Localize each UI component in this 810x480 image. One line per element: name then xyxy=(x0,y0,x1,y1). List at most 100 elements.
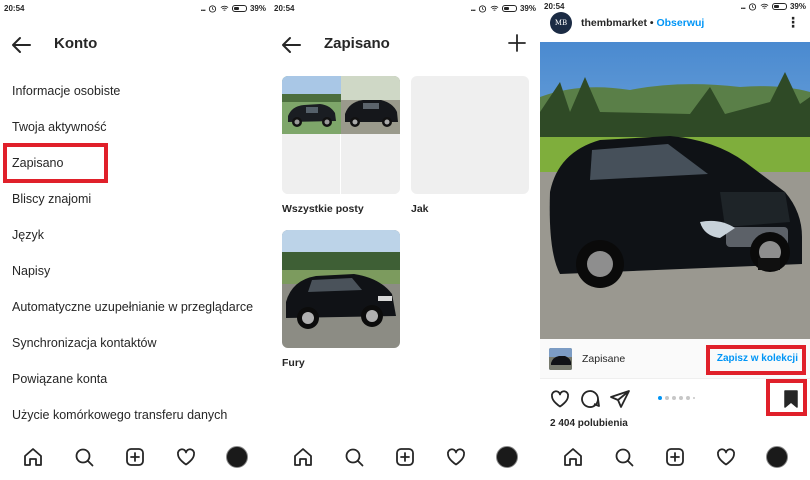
highlight-box-save-collection xyxy=(706,345,806,375)
share-icon[interactable] xyxy=(609,388,631,410)
account-menu: Informacje osobiste Twoja aktywność Zapi… xyxy=(0,73,270,433)
post-header: MB thembmarket • Obserwuj ⋮ xyxy=(548,12,810,36)
highlight-box-saved xyxy=(3,143,108,183)
status-bar: 20:54 ... 39% xyxy=(270,0,540,18)
menu-item-language[interactable]: Język xyxy=(0,217,270,253)
status-bar: 20:54 ... 39% xyxy=(0,0,270,18)
car-photo-image xyxy=(282,230,400,348)
search-icon[interactable] xyxy=(343,446,365,468)
home-icon[interactable] xyxy=(562,446,584,468)
menu-item-contacts-sync[interactable]: Synchronizacja kontaktów xyxy=(0,325,270,361)
new-post-icon[interactable] xyxy=(664,446,686,468)
account-header: Konto xyxy=(0,30,270,58)
status-time: 20:54 xyxy=(274,4,295,13)
profile-avatar[interactable] xyxy=(225,446,248,468)
heart-icon[interactable] xyxy=(175,446,197,468)
collection-all-posts[interactable]: Wszystkie posty xyxy=(282,76,400,221)
page-title: Zapisano xyxy=(324,35,390,52)
car-photo-image xyxy=(341,76,400,134)
carousel-dot-active xyxy=(658,396,662,400)
carousel-dot xyxy=(679,396,683,400)
status-icons: ... 39% xyxy=(740,1,806,11)
collection-label: Wszystkie posty xyxy=(282,203,364,215)
menu-item-your-activity[interactable]: Twoja aktywność xyxy=(0,109,270,145)
more-options-icon[interactable]: ⋮ xyxy=(786,14,800,31)
heart-icon[interactable] xyxy=(549,388,571,410)
back-arrow-icon[interactable] xyxy=(10,34,32,56)
heart-icon[interactable] xyxy=(445,446,467,468)
new-post-icon[interactable] xyxy=(124,446,146,468)
car-photo-image xyxy=(540,42,810,339)
follow-button[interactable]: Obserwuj xyxy=(656,17,704,29)
home-icon[interactable] xyxy=(22,446,44,468)
search-icon[interactable] xyxy=(73,446,95,468)
post-photo[interactable] xyxy=(540,42,810,339)
status-dots: ... xyxy=(470,3,475,13)
comment-icon[interactable] xyxy=(579,388,601,410)
status-dots: ... xyxy=(740,1,745,11)
collection-thumbnail xyxy=(282,76,400,194)
collection-label: Fury xyxy=(282,357,305,369)
status-dots: ... xyxy=(200,3,205,13)
thumb-divider xyxy=(340,134,341,194)
post-author-avatar[interactable]: MB xyxy=(550,12,572,34)
collection-thumbnail xyxy=(411,76,529,194)
search-icon[interactable] xyxy=(613,446,635,468)
profile-avatar[interactable] xyxy=(765,446,788,468)
battery-level: 39% xyxy=(249,3,266,13)
car-photo-image xyxy=(282,76,341,134)
menu-item-personal-info[interactable]: Informacje osobiste xyxy=(0,73,270,109)
battery-level: 39% xyxy=(519,3,536,13)
status-icons: ... 39% xyxy=(200,3,266,13)
carousel-dot xyxy=(693,397,695,399)
battery-level: 39% xyxy=(789,1,806,11)
alarm-icon xyxy=(208,4,217,13)
bottom-nav xyxy=(0,440,270,474)
account-screen: 20:54 ... 39% Konto Informacje osobiste … xyxy=(0,0,270,480)
collection-jak[interactable]: Jak xyxy=(411,76,529,221)
menu-item-cellular-data[interactable]: Użycie komórkowego transferu danych xyxy=(0,397,270,433)
battery-icon xyxy=(771,2,787,10)
status-time: 20:54 xyxy=(544,2,565,11)
empty-thumb-area xyxy=(282,134,400,194)
home-icon[interactable] xyxy=(292,446,314,468)
status-icons: ... 39% xyxy=(470,3,536,13)
status-bar: 20:54 ... 39% xyxy=(540,0,810,12)
status-time: 20:54 xyxy=(4,4,25,13)
saved-post-thumbnail xyxy=(549,348,572,370)
bottom-nav xyxy=(270,440,540,474)
post-username[interactable]: thembmarket xyxy=(581,17,647,29)
heart-icon[interactable] xyxy=(715,446,737,468)
profile-avatar[interactable] xyxy=(495,446,518,468)
alarm-icon xyxy=(478,4,487,13)
car-photo-image xyxy=(549,348,572,370)
post-screen: 20:54 ... 39% MB thembmarket • Obserwuj … xyxy=(540,0,810,480)
carousel-dot xyxy=(665,396,669,400)
collection-fury[interactable]: Fury xyxy=(282,230,400,375)
menu-item-captions[interactable]: Napisy xyxy=(0,253,270,289)
carousel-dot xyxy=(672,396,676,400)
new-post-icon[interactable] xyxy=(394,446,416,468)
wifi-icon xyxy=(490,5,499,11)
battery-icon xyxy=(501,4,517,12)
add-collection-icon[interactable] xyxy=(506,32,528,54)
saved-screen: 20:54 ... 39% Zapisano Wszystkie posty J… xyxy=(270,0,540,480)
back-arrow-icon[interactable] xyxy=(280,34,302,56)
highlight-box-bookmark xyxy=(766,379,807,416)
collection-label: Jak xyxy=(411,203,429,215)
carousel-dot xyxy=(686,396,690,400)
wifi-icon xyxy=(220,5,229,11)
carousel-indicator xyxy=(658,396,695,400)
post-username-line: thembmarket • Obserwuj xyxy=(581,17,704,29)
bottom-nav xyxy=(540,440,810,474)
saved-header: Zapisano xyxy=(270,30,540,58)
menu-item-browser-autofill[interactable]: Automatyczne uzupełnianie w przeglądarce xyxy=(0,289,270,325)
menu-item-close-friends[interactable]: Bliscy znajomi xyxy=(0,181,270,217)
menu-item-linked-accounts[interactable]: Powiązane konta xyxy=(0,361,270,397)
battery-icon xyxy=(231,4,247,12)
alarm-icon xyxy=(748,2,757,11)
page-title: Konto xyxy=(54,35,98,52)
likes-count[interactable]: 2 404 polubienia xyxy=(550,418,628,429)
collection-thumbnail xyxy=(282,230,400,348)
wifi-icon xyxy=(760,3,769,9)
